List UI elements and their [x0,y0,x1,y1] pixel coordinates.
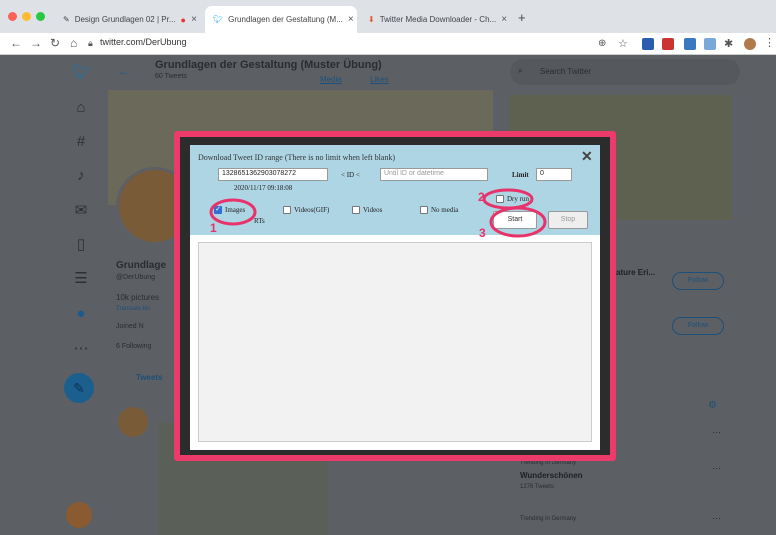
annotation-circle-2 [482,188,534,210]
annotation-circle-1 [209,198,257,226]
annotation-layer [209,188,547,238]
annotation-number: 1 [210,221,217,235]
annotation-circle-3 [489,206,547,238]
annotation-number: 2 [478,190,485,204]
annotation-number: 3 [479,226,486,240]
